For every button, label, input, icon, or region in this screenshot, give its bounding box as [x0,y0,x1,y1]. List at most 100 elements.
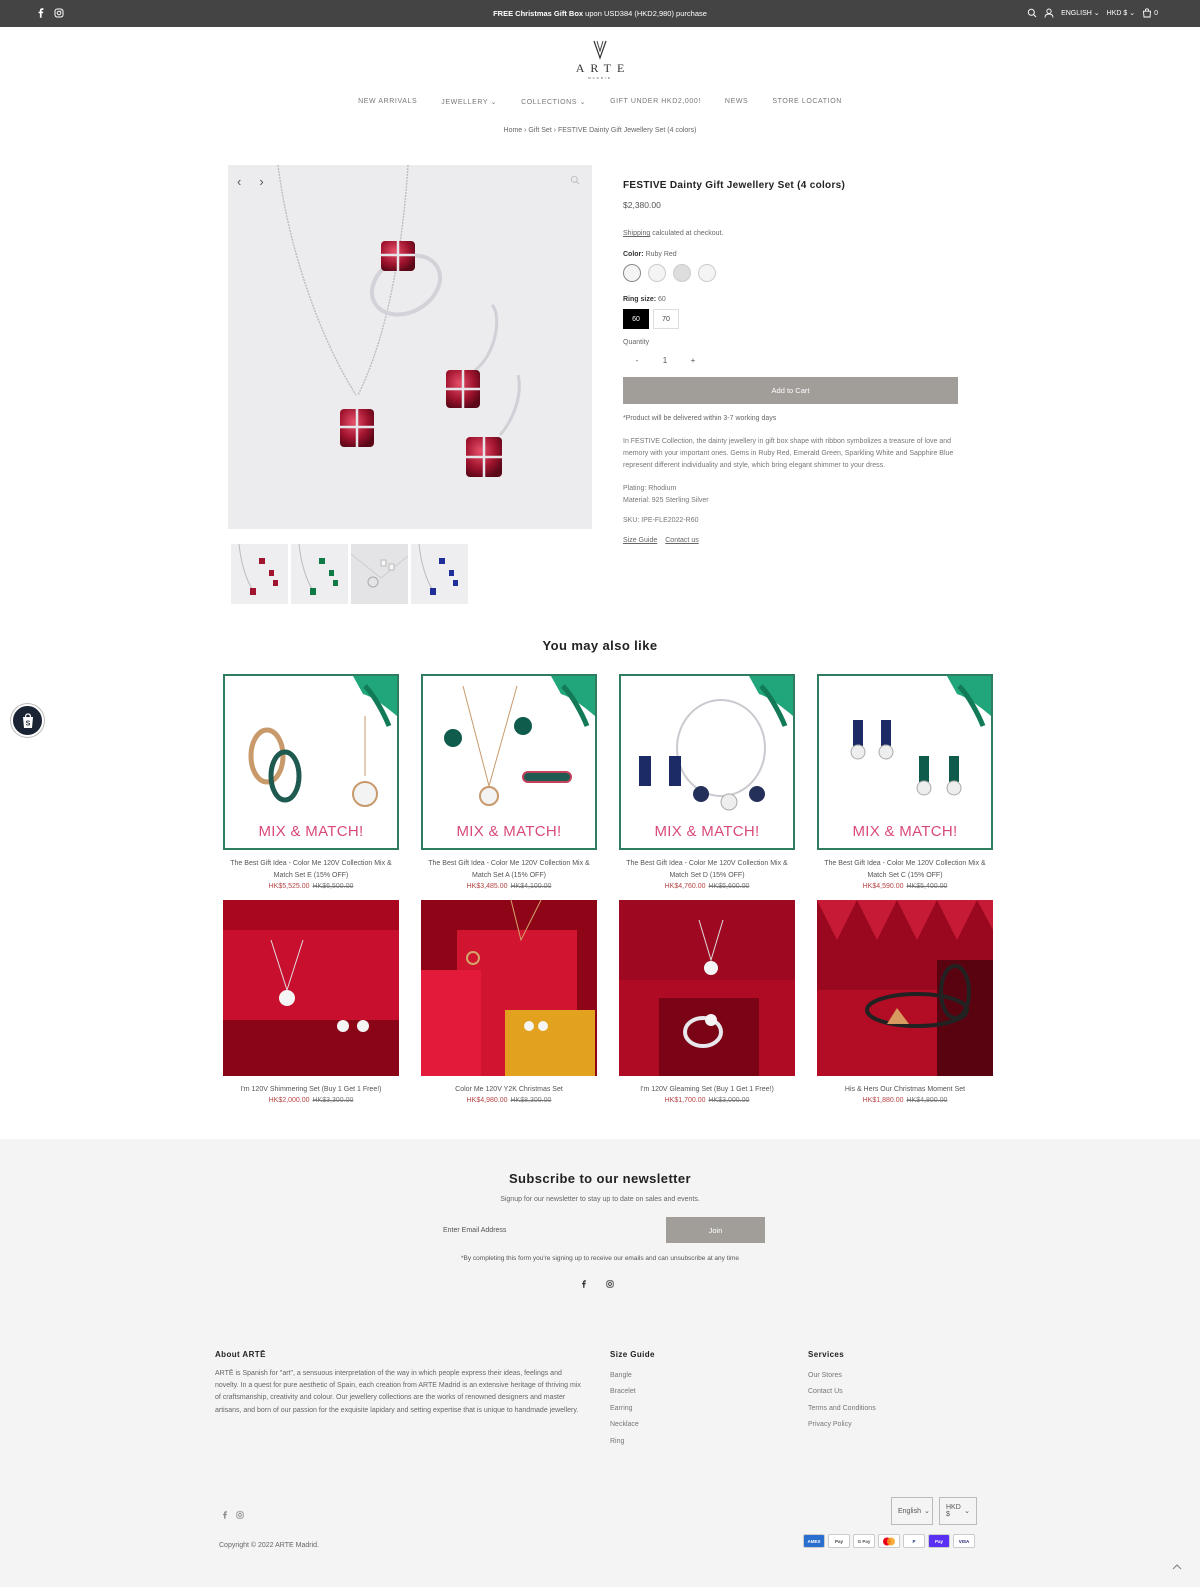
about-text: ARTĒ is Spanish for "art", a sensuous in… [215,1370,581,1414]
color-label: Color: [623,251,644,258]
footer-language-select[interactable]: English ⌄ [891,1497,933,1525]
swatch-ruby-red[interactable] [623,264,641,282]
quantity-decrease-button[interactable]: - [623,356,651,365]
product-card-image: MIX & MATCH! [817,674,993,850]
shipping-rest: calculated at checkout. [650,230,724,237]
product-card[interactable]: Color Me 120V Y2K Christmas Set HK$4,980… [421,900,597,1122]
nav-store-location[interactable]: STORE LOCATION [772,98,842,106]
footer-link-terms[interactable]: Terms and Conditions [808,1401,876,1417]
footer-link-earring[interactable]: Earring [610,1401,655,1417]
sale-price: HK$4,590.00 [862,883,904,890]
nav-news[interactable]: NEWS [725,98,748,106]
newsletter-join-button[interactable]: Join [666,1217,765,1243]
color-value: Ruby Red [645,251,677,258]
swatch-sparkling-white[interactable] [673,264,691,282]
sale-price: HK$5,525.00 [268,883,310,890]
nav-jewellery[interactable]: JEWELLERY ⌄ [441,98,497,106]
product-card[interactable]: MIX & MATCH! The Best Gift Idea - Color … [223,674,399,900]
account-icon[interactable] [1044,8,1054,18]
product-card[interactable]: I'm 120V Gleaming Set (Buy 1 Get 1 Free!… [619,900,795,1122]
sale-price: HK$1,700.00 [664,1097,706,1104]
facebook-icon[interactable] [580,1280,588,1288]
product-card[interactable]: His & Hers Our Christmas Moment Set HK$1… [817,900,993,1122]
size-guide-link[interactable]: Size Guide [623,537,657,544]
newsletter-title: Subscribe to our newsletter [508,1171,691,1186]
gallery-arrows: ‹ › [237,174,264,189]
quantity-input[interactable]: 1 [651,356,679,365]
quantity-increase-button[interactable]: + [679,356,707,365]
instagram-icon[interactable] [236,1511,244,1519]
plating-text: Plating: Rhodium [623,484,677,492]
footer-services: Services Our Stores Contact Us Terms and… [808,1350,876,1434]
main-nav: NEW ARRIVALS JEWELLERY ⌄ COLLECTIONS ⌄ G… [0,98,1200,106]
facebook-icon[interactable] [221,1511,229,1519]
product-card-title: I'm 120V Gleaming Set (Buy 1 Get 1 Free!… [640,1086,774,1093]
sale-price: HK$3,485.00 [466,883,508,890]
footer-link-contact-us[interactable]: Contact Us [808,1384,876,1400]
cart-button[interactable]: 0 [1142,8,1158,18]
back-to-top-icon[interactable] [1171,1561,1183,1573]
language-selector[interactable]: ENGLISH ⌄ [1061,9,1100,17]
size-option-70[interactable]: 70 [653,309,679,329]
zoom-icon[interactable] [570,175,580,185]
gallery-thumbnails [231,544,468,604]
gallery-prev-button[interactable]: ‹ [237,174,241,189]
swatch-sapphire-blue[interactable] [698,264,716,282]
nav-gift-under[interactable]: GIFT UNDER HKD2,000! [610,98,701,106]
thumbnail-ruby[interactable] [231,544,288,604]
shipping-note: Shipping calculated at checkout. [623,230,958,237]
instagram-icon[interactable] [606,1280,614,1288]
swatch-emerald-green[interactable] [648,264,666,282]
shipping-link[interactable]: Shipping [623,230,650,237]
product-card[interactable]: I'm 120V Shimmering Set (Buy 1 Get 1 Fre… [223,900,399,1122]
nav-jewellery-label: JEWELLERY [441,99,489,106]
footer-link-privacy[interactable]: Privacy Policy [808,1417,876,1433]
compare-price: HK$3,000.00 [708,1097,750,1104]
mix-match-label: MIX & MATCH! [258,823,364,840]
announcement-bold: FREE Christmas Gift Box [493,9,584,18]
product-card-title: The Best Gift Idea - Color Me 120V Colle… [824,860,986,879]
copyright: Copyright © 2022 ARTE Madrid. [219,1542,319,1549]
product-card-image: MIX & MATCH! [619,674,795,850]
thumbnail-sapphire[interactable] [411,544,468,604]
product-card[interactable]: MIX & MATCH! The Best Gift Idea - Color … [619,674,795,900]
thumbnail-white[interactable] [351,544,408,604]
shopify-shop-button[interactable]: S [11,704,44,737]
thumbnail-emerald[interactable] [291,544,348,604]
announcement-bar: FREE Christmas Gift Box upon USD384 (HKD… [0,0,1200,27]
search-icon[interactable] [1027,8,1037,18]
breadcrumb[interactable]: Home › Gift Set › FESTIVE Dainty Gift Je… [0,127,1200,134]
nav-collections[interactable]: COLLECTIONS ⌄ [521,98,586,106]
contact-us-link[interactable]: Contact us [665,537,698,544]
sale-price: HK$2,000.00 [268,1097,310,1104]
quantity-stepper: - 1 + [623,356,958,365]
footer-link-bangle[interactable]: Bangle [610,1368,655,1384]
product-card[interactable]: MIX & MATCH! The Best Gift Idea - Color … [817,674,993,900]
ring-size-option-label: Ring size: 60 [623,296,958,303]
product-card-title: I'm 120V Shimmering Set (Buy 1 Get 1 Fre… [240,1086,382,1093]
product-price: $2,380.00 [623,200,661,210]
footer-currency-select[interactable]: HKD $ ⌄ [939,1497,977,1525]
add-to-cart-button[interactable]: Add to Cart [623,377,958,404]
size-option-60[interactable]: 60 [623,309,649,329]
color-option-label: Color: Ruby Red [623,251,958,258]
product-main-image[interactable]: ‹ › [228,165,592,529]
brand-logo[interactable]: ARTE MADRID [560,40,640,80]
product-card[interactable]: MIX & MATCH! The Best Gift Idea - Color … [421,674,597,900]
footer-link-our-stores[interactable]: Our Stores [808,1368,876,1384]
ring-size-options: 60 70 [623,309,958,329]
product-card-image [223,900,399,1076]
newsletter-email-input[interactable]: Enter Email Address [436,1217,666,1243]
currency-selector[interactable]: HKD $ ⌄ [1107,9,1135,17]
nav-new-arrivals[interactable]: NEW ARRIVALS [358,98,417,106]
footer-about: About ARTĒ ARTĒ is Spanish for "art", a … [215,1350,587,1417]
chevron-down-icon: ⌄ [964,1508,970,1515]
gallery-next-button[interactable]: › [259,174,263,189]
nav-collections-label: COLLECTIONS [521,99,578,106]
footer-link-necklace[interactable]: Necklace [610,1417,655,1433]
product-card-image [619,900,795,1076]
footer-language-value: English [898,1507,921,1515]
footer-link-bracelet[interactable]: Bracelet [610,1384,655,1400]
chevron-down-icon: ⌄ [579,99,587,106]
footer-link-ring[interactable]: Ring [610,1434,655,1450]
